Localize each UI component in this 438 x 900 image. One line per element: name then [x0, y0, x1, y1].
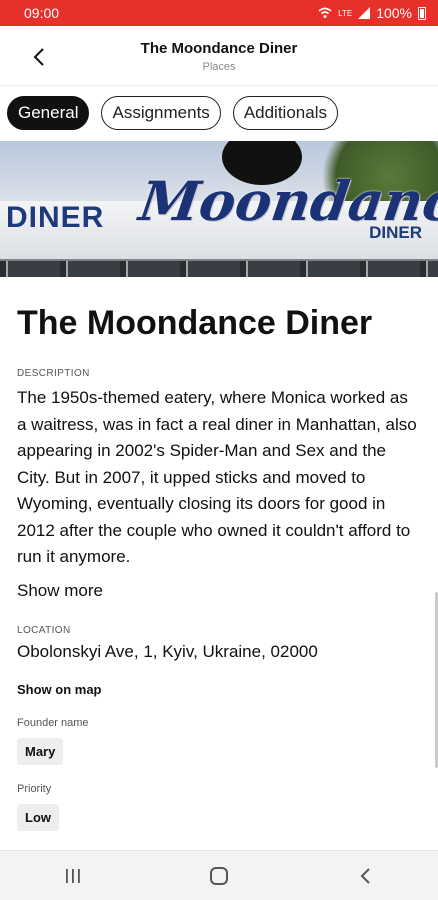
app-bar-title-group: The Moondance Diner Places	[0, 40, 438, 73]
signal-icon	[358, 7, 371, 19]
tab-bar: General Assignments Additionals	[7, 96, 338, 130]
description-text: The 1950s-themed eatery, where Monica wo…	[17, 388, 417, 566]
status-icons: LTE 100%	[318, 5, 426, 21]
battery-icon	[418, 6, 426, 20]
back-arrow-icon	[360, 867, 370, 884]
show-on-map-link[interactable]: Show on map	[17, 682, 427, 697]
wifi-icon	[318, 7, 332, 18]
network-label: LTE	[338, 8, 353, 18]
tab-assignments[interactable]: Assignments	[101, 96, 221, 130]
description-label: DESCRIPTION	[17, 368, 90, 379]
location-label: LOCATION	[17, 624, 71, 636]
battery-percent: 100%	[376, 5, 412, 21]
place-photo: DINER Moondance DINER	[0, 141, 438, 277]
home-button[interactable]	[199, 856, 239, 896]
status-time: 09:00	[24, 5, 60, 21]
founder-chip: Mary	[17, 737, 64, 765]
page-title: The Moondance Diner	[140, 40, 298, 57]
place-title: The Moondance Diner	[17, 304, 373, 342]
priority-label: Priority	[17, 782, 52, 795]
photo-windows	[0, 261, 438, 277]
tab-general[interactable]: General	[7, 96, 90, 130]
founder-label: Founder name	[17, 716, 89, 729]
place-details: The Moondance Diner DESCRIPTION The 1950…	[17, 300, 427, 831]
home-icon	[210, 866, 228, 885]
status-bar: 09:00 LTE 100%	[0, 0, 438, 26]
system-back-button[interactable]	[345, 856, 385, 896]
show-more-link[interactable]: Show more	[17, 581, 427, 601]
system-nav-bar	[0, 850, 438, 900]
tab-additionals[interactable]: Additionals	[232, 96, 338, 130]
location-text: Obolonskyi Ave, 1, Kyiv, Ukraine, 02000	[17, 641, 318, 661]
recents-icon	[66, 868, 80, 883]
app-bar: The Moondance Diner Places	[0, 26, 438, 86]
recents-button[interactable]	[53, 856, 93, 896]
priority-chip: Low	[17, 803, 59, 831]
photo-sign-left: DINER	[6, 201, 105, 234]
photo-sign-right: DINER	[369, 223, 422, 242]
page-subtitle: Places	[202, 61, 236, 73]
